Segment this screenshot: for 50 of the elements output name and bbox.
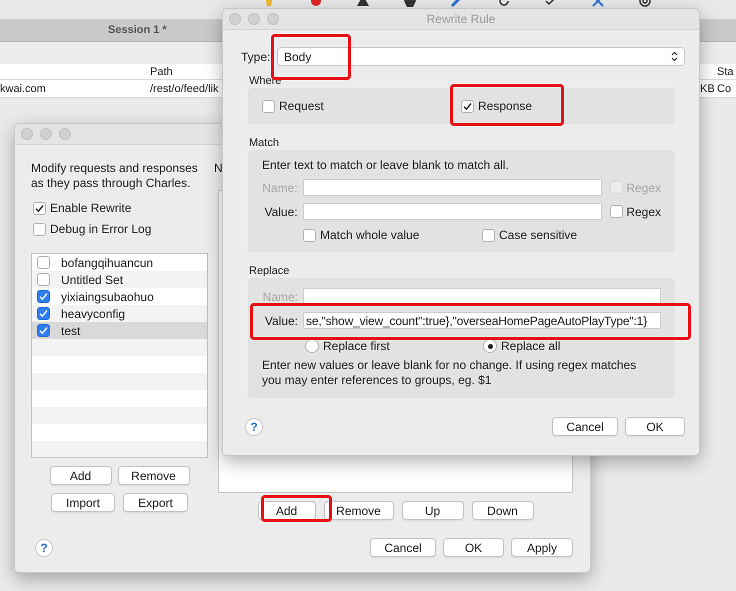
type-select[interactable]: Body [277, 47, 685, 66]
table-cell: KB [700, 82, 715, 94]
checkbox-label[interactable]: Response [478, 99, 532, 113]
column-header[interactable]: Path [150, 66, 173, 78]
checkbox-label[interactable]: Debug in Error Log [50, 222, 152, 236]
rule-button[interactable]: Up [402, 501, 464, 520]
rule-button[interactable]: Remove [324, 501, 394, 520]
table-cell: Co [717, 82, 732, 94]
radio-label[interactable]: Replace first [323, 339, 390, 353]
dialog-button[interactable]: OK [625, 417, 685, 436]
list-item[interactable]: yixiaingsubaohuo [32, 288, 207, 305]
field-label: N [214, 161, 223, 175]
description-text: Modify requests and responses as they pass through Charles. [31, 161, 199, 191]
rule-button[interactable]: Down [472, 501, 534, 520]
table-cell: kwai.com [0, 82, 46, 94]
help-button[interactable]: ? [245, 418, 263, 436]
list-item[interactable]: test [32, 322, 207, 339]
dialog-button[interactable]: OK [443, 538, 504, 557]
table-cell: /rest/o/feed/lik [150, 82, 218, 94]
section-label: Match [249, 136, 280, 150]
field-label: Name: [262, 290, 298, 304]
text-field[interactable]: se,"show_view_count":true},"overseaHomePageAutoPlayType":1} [303, 312, 661, 329]
rule-button[interactable]: Add [258, 501, 316, 520]
window-title: Rewrite Rule [426, 12, 496, 26]
checkbox-label[interactable]: Regex [626, 204, 661, 218]
hint-text: Enter new values or leave blank for no change. If using regex matches you may enter references to groups, eg. $1 [262, 358, 638, 388]
list-button[interactable]: Add [50, 466, 112, 485]
column-header[interactable]: Sta [717, 66, 734, 78]
radio-label[interactable]: Replace all [501, 339, 560, 353]
list-button[interactable]: Import [51, 493, 115, 512]
field-label: Name: [262, 180, 298, 194]
list-item[interactable]: Untitled Set [32, 271, 207, 288]
session-tab[interactable]: Session 1 * [108, 24, 167, 36]
list-item[interactable]: heavyconfig [32, 305, 207, 322]
field-label: Value: [264, 314, 298, 328]
checkbox-label[interactable]: Request [279, 99, 324, 113]
list-button[interactable]: Remove [118, 466, 190, 485]
help-button[interactable]: ? [35, 538, 53, 556]
list-button[interactable]: Export [123, 493, 188, 512]
field-label: Value: [263, 204, 298, 218]
dialog-button[interactable]: Cancel [552, 417, 618, 436]
checkbox-label[interactable]: Match whole value [320, 228, 420, 242]
list-item[interactable]: bofangqihuancun [32, 254, 207, 271]
field-label: Type: [241, 50, 272, 64]
section-label: Replace [249, 264, 290, 278]
checkbox-label[interactable]: Case sensitive [499, 228, 578, 242]
checkbox-label[interactable]: Enable Rewrite [50, 201, 132, 215]
dialog-button[interactable]: Apply [511, 538, 573, 557]
dialog-button[interactable]: Cancel [370, 538, 436, 557]
hint-text: Enter text to match or leave blank to match all. [262, 158, 510, 172]
